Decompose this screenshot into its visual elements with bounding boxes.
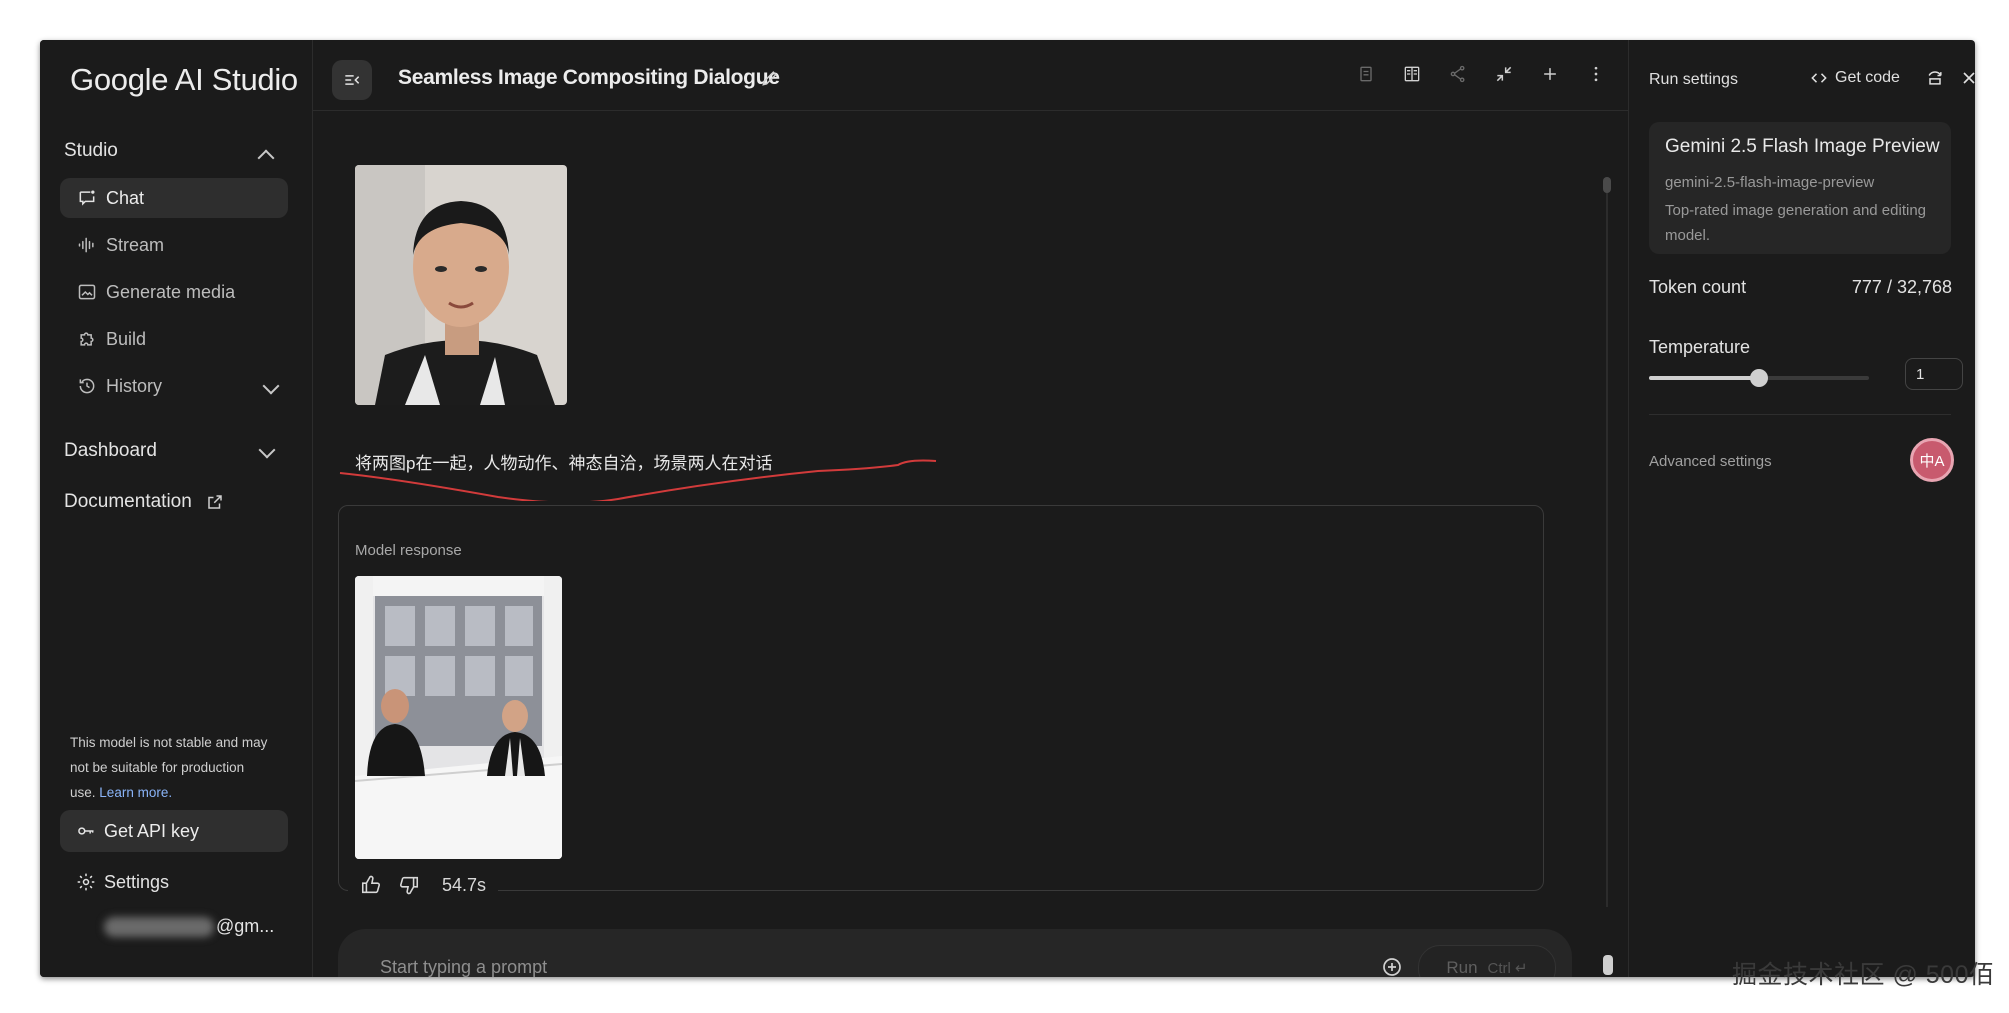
temperature-slider[interactable] <box>1649 369 1869 387</box>
key-icon <box>78 827 94 835</box>
model-name: Gemini 2.5 Flash Image Preview <box>1665 136 1940 157</box>
response-time: 54.7s <box>442 874 487 895</box>
red-annotation-underline <box>339 459 937 501</box>
add-media-icon[interactable] <box>1380 955 1404 977</box>
external-link-icon <box>208 495 222 509</box>
scroll-thumb[interactable] <box>1603 955 1613 975</box>
compress-icon[interactable] <box>1492 62 1516 86</box>
collapse-icon <box>345 75 360 85</box>
model-response-label: Model response <box>355 542 462 559</box>
chat-icon <box>76 187 98 209</box>
get-api-key-button[interactable]: Get API key <box>60 810 288 852</box>
app-window: Google AI Studio Studio Chat Stream Gene… <box>40 40 1975 977</box>
sidebar-item-label: History <box>106 375 163 396</box>
token-count-value: 777 / 32,768 <box>1851 277 1952 297</box>
learn-more-link[interactable]: Learn more. <box>99 785 172 800</box>
prompt-input[interactable]: Start typing a prompt Run Ctrl ↵ <box>338 929 1572 977</box>
more-icon[interactable] <box>1584 62 1608 86</box>
temperature-label: Temperature <box>1649 337 1751 357</box>
generated-image[interactable] <box>355 576 562 859</box>
run-settings-title: Run settings <box>1649 71 1738 88</box>
model-description: Top-rated image generation and editing m… <box>1665 202 1927 244</box>
book-icon[interactable] <box>1400 62 1424 86</box>
get-code-button[interactable]: Get code <box>1809 68 1900 88</box>
sidebar-item-history[interactable]: History <box>60 366 288 406</box>
run-settings-panel: Run settings Get code Gemini 2.5 Flash I… <box>1628 40 1975 977</box>
model-selector[interactable]: Gemini 2.5 Flash Image Preview gemini-2.… <box>1649 122 1951 254</box>
sidebar-item-generate-media[interactable]: Generate media <box>60 272 288 312</box>
gear-icon <box>77 873 95 891</box>
chat-scrollbar[interactable] <box>1603 177 1613 975</box>
chat-area: 将两图p在一起，人物动作、神态自洽，场景两人在对话 Model response <box>312 111 1628 977</box>
sidebar-item-label: Build <box>106 328 147 349</box>
chevron-down-icon[interactable] <box>258 441 276 459</box>
sidebar: Google AI Studio Studio Chat Stream Gene… <box>40 40 313 977</box>
translate-badge[interactable]: 中A <box>1910 438 1954 482</box>
slider-handle[interactable] <box>1750 369 1768 387</box>
dashboard-section-header[interactable]: Dashboard <box>64 440 157 462</box>
toolbar-icons <box>1354 62 1608 86</box>
sidebar-item-stream[interactable]: Stream <box>60 225 288 265</box>
close-icon[interactable] <box>1959 68 1975 90</box>
enter-key-icon: ↵ <box>1515 960 1528 977</box>
thumbs-up-icon[interactable] <box>360 874 382 896</box>
add-icon[interactable] <box>1538 62 1562 86</box>
top-bar: Seamless Image Compositing Dialogue <box>312 40 1628 111</box>
chevron-up-icon[interactable] <box>257 149 275 167</box>
token-count-label: Token count <box>1649 277 1747 297</box>
settings-button[interactable]: Settings <box>60 862 169 902</box>
history-icon <box>76 375 98 397</box>
prompt-placeholder: Start typing a prompt <box>380 957 548 977</box>
redacted-username <box>104 916 214 937</box>
run-shortcut: Ctrl ↵ <box>1487 960 1528 977</box>
build-icon <box>76 328 98 350</box>
run-button[interactable]: Run Ctrl ↵ <box>1418 945 1556 977</box>
share-icon[interactable] <box>1446 62 1470 86</box>
feedback-row: 54.7s <box>348 874 499 896</box>
sidebar-item-chat[interactable]: Chat <box>60 178 288 218</box>
code-icon <box>1811 73 1827 83</box>
app-logo[interactable]: Google AI Studio <box>70 62 298 98</box>
documentation-link[interactable]: Documentation <box>64 491 192 513</box>
edit-icon[interactable] <box>760 68 780 88</box>
divider <box>1649 414 1951 415</box>
temperature-input[interactable]: 1 <box>1905 358 1963 390</box>
advanced-settings-toggle[interactable]: Advanced settings <box>1649 453 1772 470</box>
account-email[interactable]: @gm... <box>104 916 274 937</box>
sidebar-item-build[interactable]: Build <box>60 319 288 359</box>
image-icon <box>76 281 98 303</box>
compare-icon[interactable] <box>1354 62 1378 86</box>
reset-icon[interactable] <box>1925 68 1947 90</box>
sidebar-item-label: Chat <box>106 187 145 208</box>
sidebar-toggle-button[interactable] <box>332 60 372 100</box>
sidebar-item-label: Generate media <box>106 281 236 302</box>
watermark: 掘金技术社区 @ 500佰 <box>1732 961 1995 989</box>
sidebar-item-label: Stream <box>106 234 165 255</box>
model-disclaimer: This model is not stable and may not be … <box>70 735 268 800</box>
thumbs-down-icon[interactable] <box>398 874 420 896</box>
studio-section-header[interactable]: Studio <box>64 140 118 162</box>
model-id: gemini-2.5-flash-image-preview <box>1665 174 1875 191</box>
stream-icon <box>76 234 98 256</box>
page-title: Seamless Image Compositing Dialogue <box>398 66 780 89</box>
user-uploaded-image[interactable] <box>355 165 567 405</box>
